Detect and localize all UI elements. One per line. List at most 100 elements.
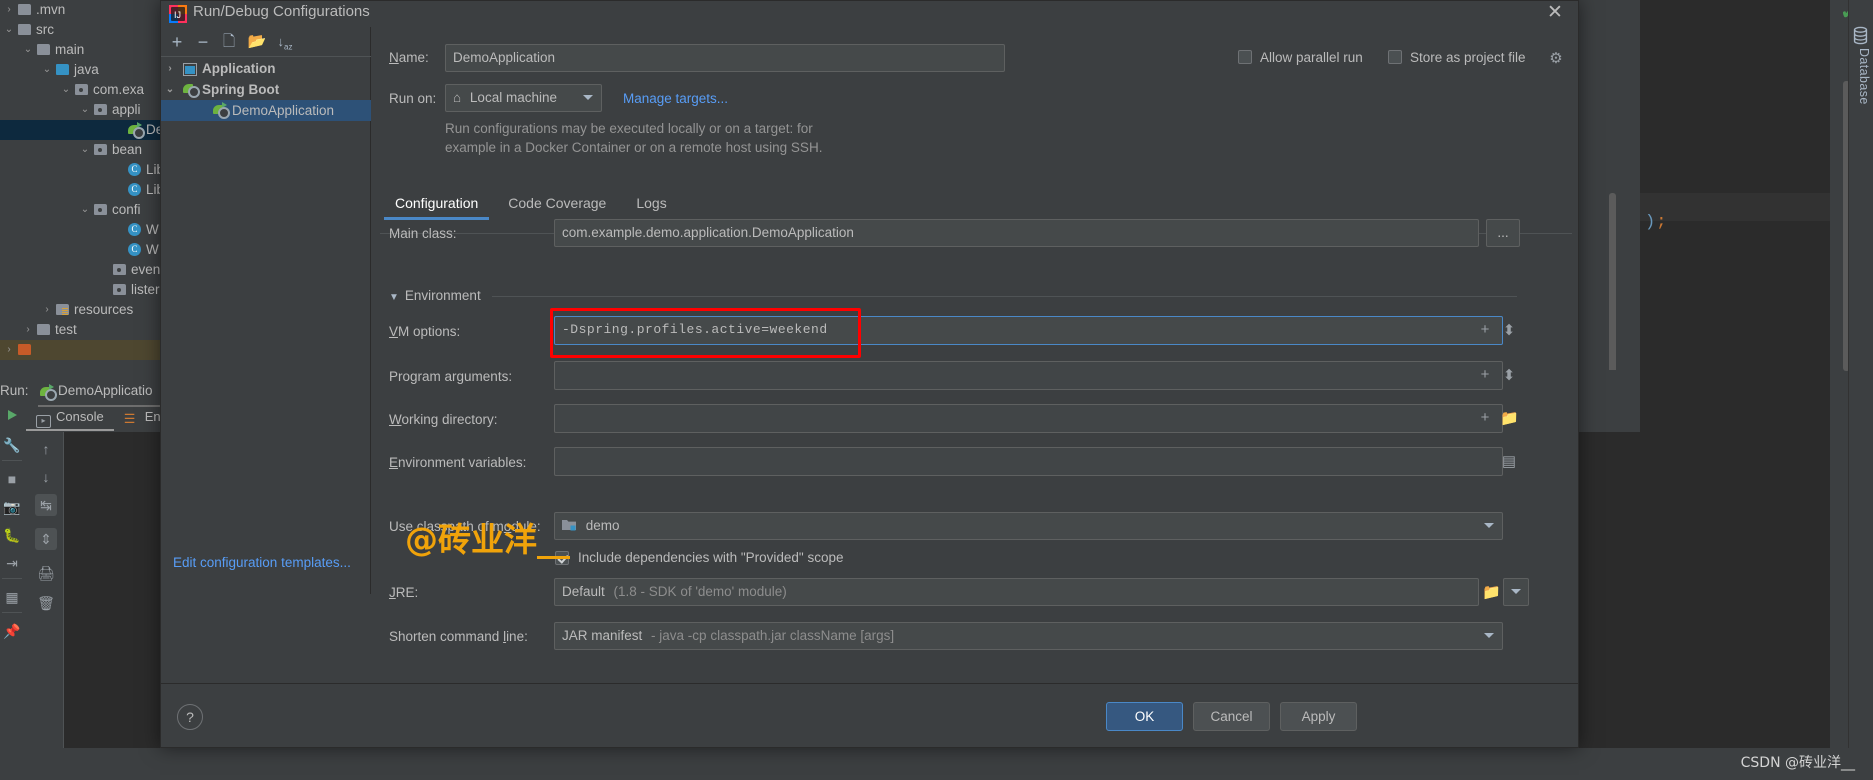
edit-table-icon[interactable]: ▤ bbox=[1500, 452, 1518, 470]
help-button[interactable]: ? bbox=[177, 704, 203, 730]
use-classpath-combo[interactable]: demo bbox=[554, 512, 1503, 540]
expand-arrow-icon[interactable]: › bbox=[2, 340, 16, 360]
expand-arrow-icon[interactable]: ⌄ bbox=[40, 60, 54, 80]
run-gutter-toolbar[interactable]: 🔧 ■ 📷 🐛 ⇥ ▦ 📌 bbox=[0, 398, 24, 748]
apply-button[interactable]: Apply bbox=[1280, 702, 1357, 731]
layout-icon[interactable]: ▦ bbox=[3, 588, 21, 606]
bug-icon[interactable]: 🐛 bbox=[3, 526, 21, 544]
run-icon[interactable] bbox=[3, 408, 21, 426]
tab-code-coverage[interactable]: Code Coverage bbox=[493, 190, 621, 220]
tree-row[interactable]: CW bbox=[0, 220, 160, 240]
camera-icon[interactable]: 📷 bbox=[3, 498, 21, 516]
expand-arrow-icon[interactable]: ⌄ bbox=[78, 200, 92, 220]
tab-logs[interactable]: Logs bbox=[621, 190, 681, 220]
jre-combo[interactable]: Default (1.8 - SDK of 'demo' module) bbox=[554, 578, 1479, 606]
stop-icon[interactable]: ■ bbox=[3, 470, 21, 488]
environment-section-header[interactable]: ▼ Environment bbox=[389, 288, 481, 303]
folder-icon[interactable]: 📁 bbox=[1482, 583, 1501, 601]
ok-button[interactable]: OK bbox=[1106, 702, 1183, 731]
tree-row[interactable]: › test bbox=[0, 320, 160, 340]
cancel-button[interactable]: Cancel bbox=[1193, 702, 1270, 731]
scroll-to-end-icon[interactable]: ⇕ bbox=[35, 528, 57, 550]
run-tab-console[interactable]: ▸ Console bbox=[26, 403, 114, 431]
tree-row[interactable]: ⌄ src bbox=[0, 20, 160, 40]
console-toolbar[interactable]: ↑ ↓ ↹ ⇕ 🖨 🗑 bbox=[27, 432, 64, 748]
edit-configuration-templates-link[interactable]: Edit configuration templates... bbox=[173, 555, 351, 570]
tree-row[interactable]: CW bbox=[0, 240, 160, 260]
expand-arrow-icon[interactable]: ⌄ bbox=[78, 100, 92, 120]
tree-row[interactable]: C Lib bbox=[0, 180, 164, 200]
name-input[interactable]: DemoApplication bbox=[445, 44, 1005, 72]
expand-arrow-icon[interactable]: ⌄ bbox=[78, 140, 92, 160]
tree-row[interactable]: ⌄ bean bbox=[0, 140, 160, 160]
config-tree-item-spring-boot[interactable]: ⌄ Spring Boot bbox=[161, 79, 371, 100]
tree-row[interactable]: De bbox=[0, 120, 163, 140]
down-arrow-icon[interactable]: ↓ bbox=[35, 466, 57, 488]
tree-row[interactable]: ⌄ appli bbox=[0, 100, 160, 120]
up-arrow-icon[interactable]: ↑ bbox=[35, 438, 57, 460]
allow-parallel-run-label[interactable]: Allow parallel run bbox=[1260, 50, 1363, 65]
expand-arrow-icon[interactable]: › bbox=[163, 58, 177, 79]
exit-icon[interactable]: ⇥ bbox=[3, 554, 21, 572]
allow-parallel-run-checkbox[interactable] bbox=[1238, 50, 1252, 64]
store-gear-icon[interactable]: ⚙ bbox=[1548, 49, 1564, 67]
main-class-input[interactable]: com.example.demo.application.DemoApplica… bbox=[554, 219, 1479, 247]
configurations-toolbar[interactable]: + − 🗋 📂 ↓az bbox=[161, 27, 371, 57]
tree-row[interactable]: even bbox=[0, 260, 160, 280]
folder-icon[interactable]: 📁 bbox=[1500, 409, 1519, 427]
expand-arrow-icon[interactable]: ⌄ bbox=[59, 80, 73, 100]
insert-macro-icon[interactable]: + bbox=[1476, 321, 1494, 338]
project-tree[interactable]: › .mvn ⌄ src ⌄ main ⌄ java ⌄ com.exa ⌄ appli De ⌄ bean… bbox=[0, 0, 164, 370]
expand-arrow-icon[interactable]: ⌄ bbox=[163, 79, 177, 100]
expand-arrow-icon[interactable]: ⌄ bbox=[2, 20, 16, 40]
expand-arrow-icon[interactable]: ⌄ bbox=[21, 40, 35, 60]
tree-row[interactable]: ⌄ confi bbox=[0, 200, 160, 220]
tree-row[interactable]: ⌄ com.exa bbox=[0, 80, 160, 100]
folder-add-icon[interactable]: 📂 bbox=[247, 32, 267, 52]
chevron-down-icon[interactable] bbox=[1484, 633, 1494, 638]
add-icon[interactable]: + bbox=[167, 32, 187, 52]
environment-variables-input[interactable] bbox=[554, 447, 1503, 476]
wrench-icon[interactable]: 🔧 bbox=[3, 436, 21, 454]
trash-icon[interactable]: 🗑 bbox=[35, 592, 57, 614]
expand-arrow-icon[interactable]: › bbox=[2, 0, 16, 20]
include-provided-label[interactable]: Include dependencies with "Provided" sco… bbox=[578, 550, 844, 565]
print-icon[interactable]: 🖨 bbox=[35, 562, 57, 584]
chevron-down-icon[interactable] bbox=[583, 95, 593, 100]
collapse-triangle-icon[interactable]: ▼ bbox=[389, 292, 399, 303]
insert-macro-icon[interactable]: + bbox=[1476, 409, 1494, 426]
run-config-name[interactable]: DemoApplicatio bbox=[58, 383, 153, 398]
store-as-project-file-label[interactable]: Store as project file bbox=[1410, 50, 1526, 65]
expand-icon[interactable]: ⬍ bbox=[1500, 366, 1518, 384]
configuration-tabs[interactable]: Configuration Code Coverage Logs bbox=[380, 190, 1586, 220]
config-tree-item-demoapplication[interactable]: DemoApplication bbox=[161, 100, 371, 121]
editor-area[interactable] bbox=[1640, 0, 1830, 748]
insert-macro-icon[interactable]: + bbox=[1476, 366, 1494, 383]
expand-arrow-icon[interactable]: › bbox=[21, 320, 35, 340]
tree-row[interactable]: › .mvn bbox=[0, 0, 160, 20]
store-as-project-file-checkbox[interactable] bbox=[1388, 50, 1402, 64]
manage-targets-link[interactable]: Manage targets... bbox=[623, 91, 728, 106]
tree-row[interactable]: ⌄ main bbox=[0, 40, 160, 60]
chevron-down-icon[interactable] bbox=[1484, 523, 1494, 528]
expand-arrow-icon[interactable]: › bbox=[40, 300, 54, 320]
program-arguments-input[interactable] bbox=[554, 361, 1503, 390]
main-class-browse-button[interactable]: ... bbox=[1486, 219, 1520, 247]
config-tree-item-application[interactable]: › Application bbox=[161, 58, 371, 79]
sort-icon[interactable]: ↓az bbox=[275, 32, 295, 52]
pin-icon[interactable]: 📌 bbox=[3, 622, 21, 640]
remove-icon[interactable]: − bbox=[193, 32, 213, 52]
editor-scrollbar-left[interactable] bbox=[1609, 193, 1616, 393]
shorten-command-line-combo[interactable]: JAR manifest - java -cp classpath.jar cl… bbox=[554, 622, 1503, 650]
expand-icon[interactable]: ⬍ bbox=[1500, 321, 1518, 339]
close-icon[interactable]: ✕ bbox=[1544, 2, 1566, 24]
tab-configuration[interactable]: Configuration bbox=[380, 190, 493, 220]
soft-wrap-icon[interactable]: ↹ bbox=[35, 494, 57, 516]
tree-row[interactable]: › resources bbox=[0, 300, 160, 320]
working-directory-input[interactable] bbox=[554, 404, 1503, 433]
chevron-down-icon[interactable] bbox=[1511, 589, 1521, 594]
run-on-combo[interactable]: ⌂ Local machine bbox=[445, 84, 602, 112]
tree-row[interactable]: C Lib bbox=[0, 160, 164, 180]
tree-row[interactable]: lister bbox=[0, 280, 160, 300]
tree-row[interactable]: › bbox=[0, 340, 160, 360]
